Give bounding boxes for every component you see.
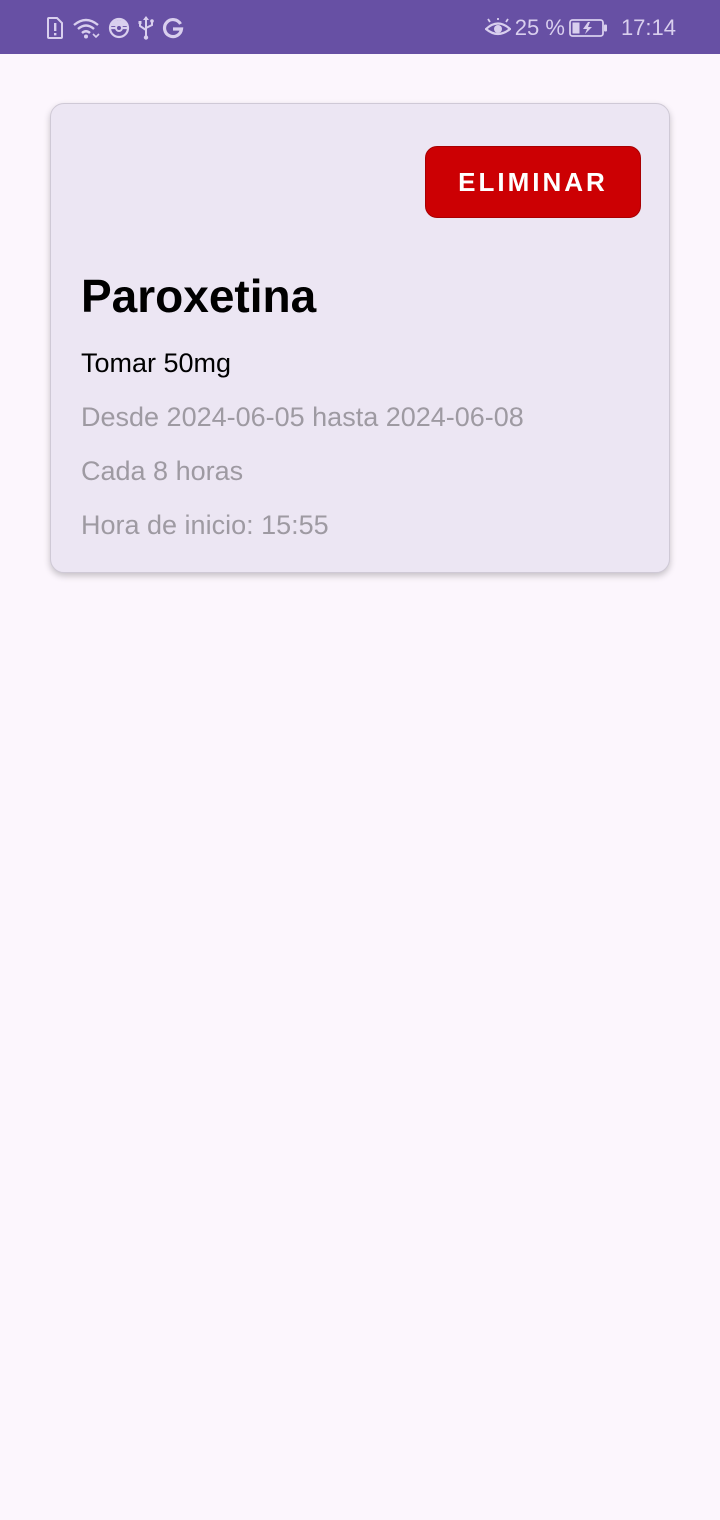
sim-alert-icon <box>46 17 64 39</box>
battery-charging-icon <box>569 18 609 38</box>
medication-dose: Tomar 50mg <box>81 348 232 378</box>
status-icons-left <box>46 14 184 42</box>
medication-name: Paroxetina <box>81 270 317 322</box>
eye-icon <box>484 18 511 38</box>
status-icons-right: 25 % 17:14 <box>484 14 676 42</box>
battery-percent: 25 % <box>514 15 565 40</box>
medication-card: ELIMINAR Paroxetina Tomar 50mg Desde 202… <box>50 103 670 573</box>
clock: 17:14 <box>620 15 676 40</box>
delete-button[interactable]: ELIMINAR <box>425 146 641 218</box>
frequency: Cada 8 horas <box>81 456 244 486</box>
pokeball-icon <box>108 17 130 39</box>
start-time: Hora de inicio: 15:55 <box>81 510 329 540</box>
date-range: Desde 2024-06-05 hasta 2024-06-08 <box>81 402 524 432</box>
status-bar: 25 % 17:14 <box>0 0 720 54</box>
google-icon <box>162 17 184 39</box>
usb-icon <box>138 16 154 40</box>
wifi-icon <box>72 17 100 39</box>
